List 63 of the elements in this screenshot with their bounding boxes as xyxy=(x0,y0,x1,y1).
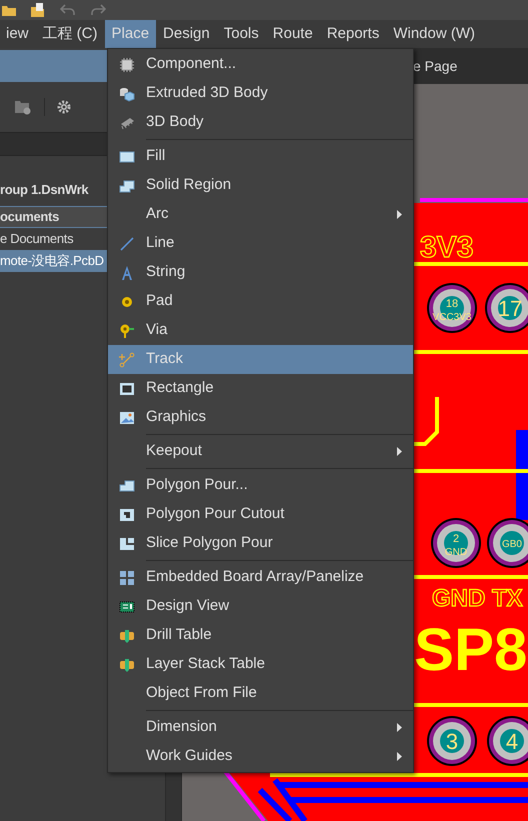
pad-number: 3 xyxy=(446,729,458,754)
menu-icon xyxy=(119,598,135,614)
menu-option[interactable]: Polygon Pour... xyxy=(108,471,413,500)
menu-option[interactable]: Work Guides xyxy=(108,742,413,771)
menu-icon xyxy=(119,536,135,552)
menu-icon xyxy=(119,352,135,368)
silkscreen-label: SP8 xyxy=(414,616,528,683)
menu-item[interactable]: Tools xyxy=(216,20,266,48)
silkscreen-label: 3V3 xyxy=(420,231,474,264)
folder-icon[interactable] xyxy=(2,3,16,17)
menu-icon xyxy=(119,656,135,672)
menu-option[interactable]: 3D Body xyxy=(108,108,413,137)
menu-option[interactable]: Design View xyxy=(108,592,413,621)
menu-option[interactable]: Keepout xyxy=(108,437,413,466)
menu-icon xyxy=(119,570,135,586)
menu-icon xyxy=(119,506,135,522)
pad-number: 2 xyxy=(452,533,460,545)
menu-icon xyxy=(119,380,135,396)
menu-option[interactable]: Extruded 3D Body xyxy=(108,79,413,108)
menu-icon xyxy=(119,478,135,494)
menu-option[interactable]: Polygon Pour Cutout xyxy=(108,500,413,529)
menu-item[interactable]: 工程 (C) xyxy=(36,20,105,48)
pad xyxy=(487,518,528,568)
pad xyxy=(427,716,477,766)
menu-item[interactable]: Reports xyxy=(320,20,386,48)
folder-gear-icon[interactable] xyxy=(14,99,32,115)
menu-option[interactable]: Slice Polygon Pour xyxy=(108,529,413,558)
menu-option[interactable]: Fill xyxy=(108,142,413,171)
menu-icon xyxy=(119,236,135,252)
menu-option[interactable]: Rectangle xyxy=(108,374,413,403)
menu-item[interactable]: Design xyxy=(156,20,217,48)
pad xyxy=(431,518,481,568)
menu-option[interactable]: Via xyxy=(108,316,413,345)
pad-number: 17 xyxy=(498,296,522,321)
menu-icon xyxy=(119,264,135,280)
menu-option[interactable]: Dimension xyxy=(108,713,413,742)
menu-option[interactable]: Object From File xyxy=(108,679,413,708)
menu-icon xyxy=(119,56,135,72)
settings-icon[interactable] xyxy=(57,100,71,114)
menu-option[interactable]: Pad xyxy=(108,287,413,316)
pad-number: 18 xyxy=(446,298,458,310)
menu-option[interactable]: Embedded Board Array/Panelize xyxy=(108,563,413,592)
menu-icon xyxy=(119,178,135,194)
menu-option[interactable]: Component... xyxy=(108,50,413,79)
menu-icon xyxy=(119,322,135,338)
pad xyxy=(487,716,528,766)
menu-option[interactable]: Layer Stack Table xyxy=(108,650,413,679)
menu-option[interactable]: Graphics xyxy=(108,403,413,432)
document-tab[interactable]: e Page xyxy=(413,56,458,76)
silkscreen-label: GND TX xyxy=(432,585,523,612)
menu-item[interactable]: iew xyxy=(0,20,36,48)
menu-icon xyxy=(119,628,135,644)
open-folder-icon[interactable] xyxy=(30,2,46,18)
menu-icon xyxy=(119,410,135,426)
menu-option[interactable]: Solid Region xyxy=(108,171,413,200)
menu-item[interactable]: Window (W) xyxy=(386,20,482,48)
pad xyxy=(485,283,528,333)
menu-item[interactable]: Route xyxy=(266,20,320,48)
pad-net-label: GB0 xyxy=(502,539,522,550)
pad-number: 4 xyxy=(506,729,518,754)
menu-icon xyxy=(119,148,135,164)
menu-icon xyxy=(119,86,135,102)
menu-option[interactable]: Drill Table xyxy=(108,621,413,650)
